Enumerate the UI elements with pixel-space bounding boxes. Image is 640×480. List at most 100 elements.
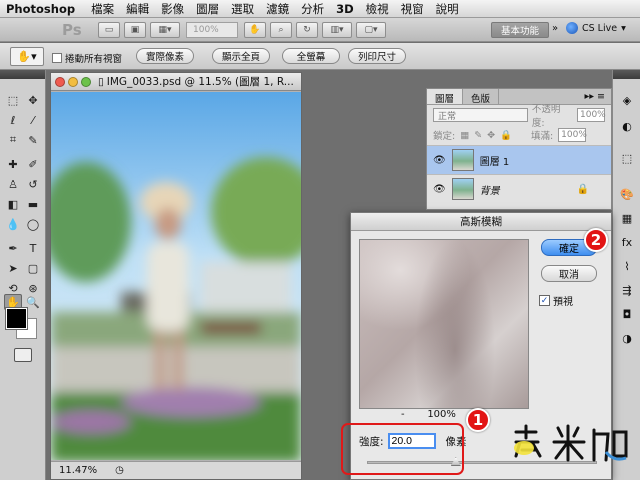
options-bar: ✋▾ 捲動所有視窗 實際像素 顯示全頁 全螢幕 列印尺寸 [0, 43, 640, 70]
lock-all-icon[interactable]: 🔒 [500, 130, 512, 141]
zoom-view-button[interactable]: ⌕ [270, 22, 292, 38]
brush-tool-icon[interactable]: ✐ [24, 156, 42, 172]
status-menu-icon[interactable]: ◷ [115, 465, 124, 476]
swatches-panel-icon[interactable]: ▦ [618, 210, 636, 226]
zoom-window-icon[interactable] [81, 76, 91, 87]
foreground-color-swatch[interactable] [5, 307, 28, 330]
document-zoom-readout[interactable]: 11.47% [59, 465, 97, 476]
panel-menu-icon[interactable]: ▸▸ ≡ [578, 89, 611, 104]
menu-select[interactable]: 選取 [225, 1, 260, 17]
menu-filter[interactable]: 濾鏡 [260, 1, 295, 17]
menu-window[interactable]: 視窗 [395, 1, 430, 17]
layer-name: 背景 [479, 185, 500, 197]
history-brush-tool-icon[interactable]: ↺ [24, 176, 42, 192]
fit-screen-button[interactable]: 顯示全頁 [212, 48, 270, 64]
path-select-tool-icon[interactable]: ➤ [4, 260, 22, 276]
step1-badge: 1 [466, 408, 490, 432]
lasso-tool-icon[interactable]: ℓ [4, 112, 22, 128]
quick-select-tool-icon[interactable]: ⁄ [24, 112, 42, 128]
menu-view[interactable]: 檢視 [360, 1, 395, 17]
tool-preset-picker[interactable]: ✋▾ [10, 47, 44, 66]
document-title-bar[interactable]: ▯ IMG_0033.psd @ 11.5% (圖層 1, R... [51, 73, 301, 91]
blur-preview-area[interactable] [359, 239, 529, 409]
layer-row[interactable]: 👁 背景 🔒 [427, 174, 611, 203]
quick-mask-button[interactable] [14, 348, 32, 362]
menu-analysis[interactable]: 分析 [295, 1, 330, 17]
paths-panel-icon[interactable]: ⌇ [618, 258, 636, 274]
menu-layer[interactable]: 圖層 [190, 1, 225, 17]
menu-3d[interactable]: 3D [330, 2, 360, 16]
workspace-button[interactable]: 基本功能 [491, 22, 549, 38]
close-icon[interactable] [55, 76, 65, 87]
menu-help[interactable]: 說明 [430, 1, 465, 17]
menu-edit[interactable]: 編輯 [120, 1, 155, 17]
view-extras-button[interactable]: ▦▾ [150, 22, 180, 38]
fill-label: 填滿: [530, 131, 554, 142]
workspace-arrow-icon[interactable]: » [552, 23, 558, 34]
dodge-tool-icon[interactable]: ◯ [24, 216, 42, 232]
arrange-documents-button[interactable]: ▥▾ [322, 22, 352, 38]
rotate-view-button[interactable]: ↻ [296, 22, 318, 38]
preview-zoom-readout: 100% [427, 409, 456, 420]
zoom-level-select[interactable]: 100% [186, 22, 238, 38]
fill-screen-button[interactable]: 全螢幕 [282, 48, 340, 64]
cs-live-label: CS Live [582, 22, 618, 34]
rotate-icon: ↻ [303, 25, 311, 35]
eraser-tool-icon[interactable]: ◧ [4, 196, 22, 212]
menu-app-name[interactable]: Photoshop [0, 2, 85, 16]
layer-row[interactable]: 👁 圖層 1 [427, 145, 611, 174]
3d-panel-icon[interactable]: ◈ [618, 92, 636, 108]
hand-view-button[interactable]: ✋ [244, 22, 266, 38]
lock-position-icon[interactable]: ✥ [487, 130, 495, 141]
cancel-button[interactable]: 取消 [541, 265, 597, 282]
bridge-button[interactable]: ▭ [98, 22, 120, 38]
menu-image[interactable]: 影像 [155, 1, 190, 17]
layer-thumbnail [451, 149, 474, 171]
grid-icon: ▦▾ [158, 25, 172, 35]
magnifier-icon: ⌕ [278, 25, 284, 35]
crop-tool-icon[interactable]: ⌗ [4, 132, 22, 148]
healing-brush-tool-icon[interactable]: ✚ [4, 156, 22, 172]
history-panel-icon[interactable]: ⇶ [618, 282, 636, 298]
tab-layers[interactable]: 圖層 [427, 89, 464, 105]
preview-zoom-row: - 100% + [359, 409, 529, 420]
adjustments-panel-icon[interactable]: ◐ [618, 118, 636, 134]
crop-panel-icon[interactable]: ⬚ [618, 150, 636, 166]
tools-panel: ⬚ ✥ ℓ ⁄ ⌗ ✎ ✚ ✐ ♙ ↺ ◧ ▬ 💧 ◯ ✒ T ➤ ▢ ⟲ ⊛ … [0, 70, 46, 480]
menu-file[interactable]: 檔案 [85, 1, 120, 17]
eyedropper-tool-icon[interactable]: ✎ [24, 132, 42, 148]
opacity-input[interactable]: 100% [577, 108, 606, 122]
pen-tool-icon[interactable]: ✒ [4, 240, 22, 256]
print-size-button[interactable]: 列印尺寸 [348, 48, 406, 64]
marquee-tool-icon[interactable]: ⬚ [4, 92, 22, 108]
visibility-eye-icon[interactable]: 👁 [433, 155, 446, 166]
visibility-eye-icon[interactable]: 👁 [433, 184, 446, 195]
clone-stamp-tool-icon[interactable]: ♙ [4, 176, 22, 192]
cs-live-button[interactable]: CS Live ▾ [566, 22, 626, 34]
preview-checkbox[interactable]: ✓ 預視 [539, 293, 573, 308]
zoom-out-button[interactable]: - [401, 409, 405, 420]
screen-mode-button[interactable]: ▢▾ [356, 22, 386, 38]
mini-bridge-button[interactable]: ▣ [124, 22, 146, 38]
move-tool-icon[interactable]: ✥ [24, 92, 42, 108]
shape-tool-icon[interactable]: ▢ [24, 260, 42, 276]
actual-pixels-button[interactable]: 實際像素 [136, 48, 194, 64]
blurred-photo-canvas[interactable] [51, 92, 301, 460]
fill-input[interactable]: 100% [558, 128, 587, 142]
styles-panel-icon[interactable]: fx [618, 234, 636, 250]
lock-transparent-icon[interactable]: ▦ [460, 130, 469, 141]
blur-tool-icon[interactable]: 💧 [4, 216, 22, 232]
masks-panel-icon[interactable]: ◘ [618, 306, 636, 322]
channels-panel-icon[interactable]: ◑ [618, 330, 636, 346]
color-panel-icon[interactable]: 🎨 [618, 186, 636, 202]
type-tool-icon[interactable]: T [24, 240, 42, 256]
tools-panel-header[interactable] [0, 70, 45, 79]
panel-strip-header[interactable] [613, 70, 640, 79]
gradient-tool-icon[interactable]: ▬ [24, 196, 42, 212]
layers-panel: 圖層 色版 ▸▸ ≡ 正常 不透明度: 100% 鎖定: ▦ ✎ ✥ 🔒 填滿:… [426, 88, 612, 210]
lock-pixels-icon[interactable]: ✎ [474, 130, 482, 141]
minimize-icon[interactable] [68, 76, 78, 87]
tab-channels[interactable]: 色版 [463, 89, 500, 105]
blend-mode-select[interactable]: 正常 [433, 108, 528, 122]
scroll-all-windows-checkbox[interactable]: 捲動所有視窗 [52, 51, 122, 65]
